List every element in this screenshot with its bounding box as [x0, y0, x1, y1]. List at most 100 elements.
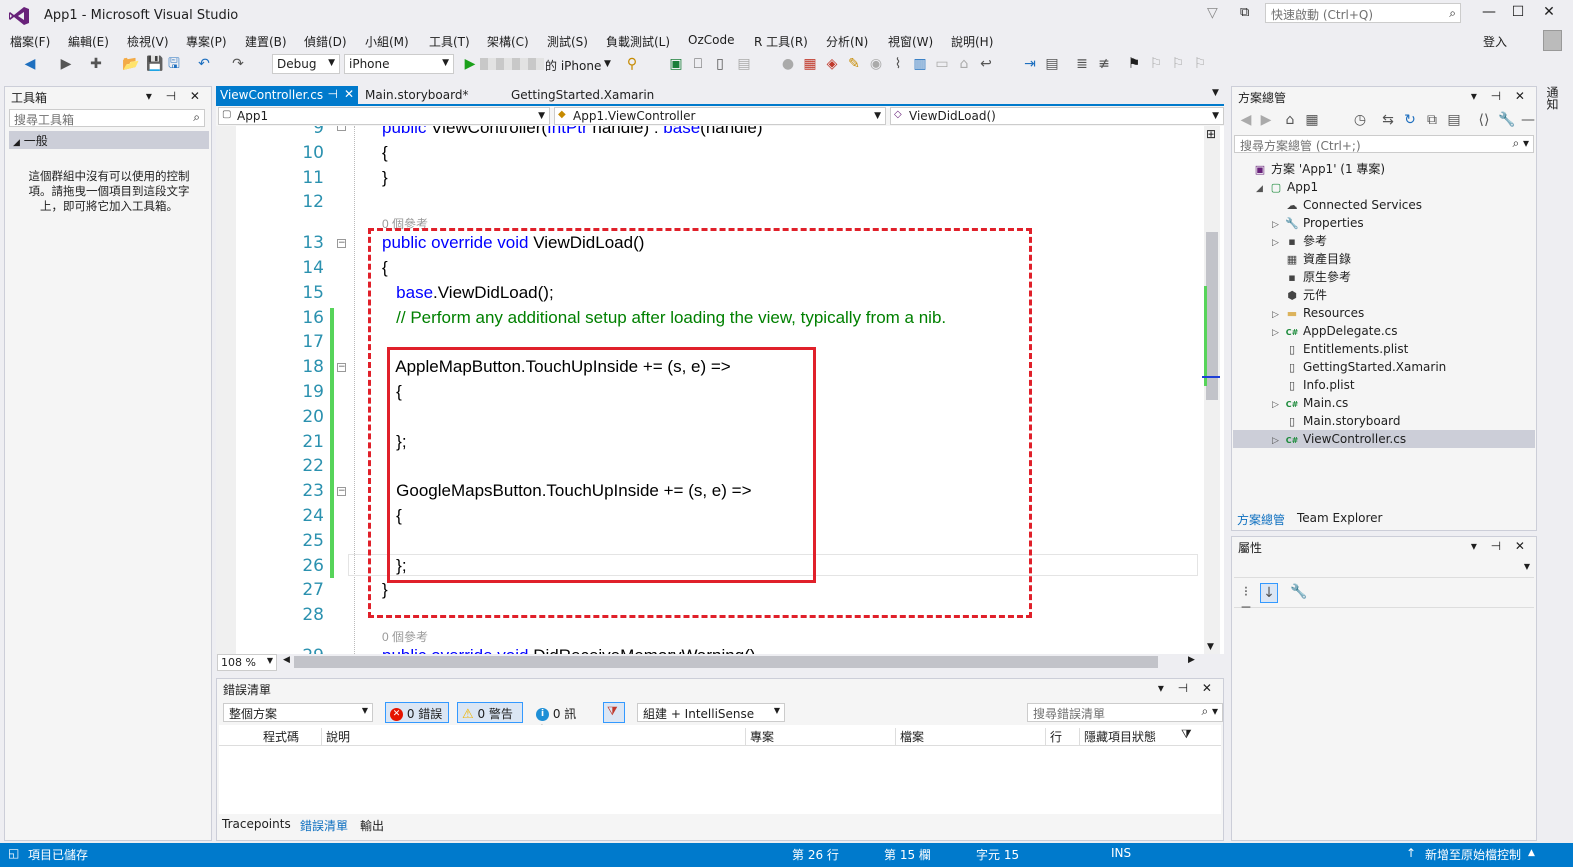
new-project-icon[interactable]: ✚ [88, 55, 104, 73]
error-search-input[interactable]: 搜尋錯誤清單 ⌕ ▾ [1027, 703, 1223, 722]
menu-r-tools[interactable]: R 工具(R) [754, 33, 808, 50]
member-navigation-select[interactable]: ◇ ViewDidLoad() ▼ [890, 107, 1224, 125]
tree-item[interactable]: ▯ Info.plist [1272, 376, 1355, 394]
ipad-icon[interactable]: ▯ [712, 55, 728, 73]
scroll-down-icon[interactable]: ▼ [1207, 642, 1214, 652]
properties-wrench-icon[interactable]: 🔧 [1498, 111, 1515, 129]
categorized-icon[interactable]: ⁝≡ [1238, 583, 1254, 618]
toolbox-group-general[interactable]: ◢ 一般 [9, 131, 209, 149]
clear-bookmarks-icon[interactable]: ⚐ [1192, 55, 1208, 73]
zoom-select[interactable]: 108 % ▼ [217, 654, 277, 671]
menu-team[interactable]: 小組(M) [365, 33, 409, 50]
menu-window[interactable]: 視窗(W) [888, 33, 933, 50]
column-filter-icon[interactable]: ⧩ [1181, 727, 1192, 742]
pin-icon[interactable]: ⊣ [328, 87, 338, 101]
column-file[interactable]: 檔案 [895, 728, 924, 745]
menu-load-test[interactable]: 負載測試(L) [606, 33, 670, 50]
start-debug-icon[interactable]: ▶ [462, 55, 478, 73]
code-line[interactable]: { [382, 143, 388, 163]
sync-icon[interactable]: ⇆ [1380, 111, 1396, 129]
tree-item[interactable]: ▷ C# Main.cs [1272, 394, 1348, 412]
close-tab-icon[interactable]: ✕ [344, 87, 354, 101]
layout-icon[interactable]: ▥ [912, 55, 928, 73]
save-all-icon[interactable]: 🖫 [166, 55, 182, 73]
find-icon[interactable]: ⚲ [624, 55, 640, 73]
tree-item[interactable]: ▯ Entitlements.plist [1272, 340, 1408, 358]
tree-item[interactable]: ◢ ▢ App1 [1256, 178, 1318, 196]
back-icon[interactable]: ◀ [1238, 111, 1254, 129]
close-window-button[interactable]: ✕ [1539, 4, 1559, 20]
menu-view[interactable]: 檢視(V) [127, 33, 169, 50]
column-suppression-state[interactable]: 隱藏項目狀態 [1079, 728, 1156, 745]
tree-item[interactable]: ⬢ 元件 [1272, 286, 1327, 304]
home-icon[interactable]: ⌂ [1282, 111, 1298, 129]
column-code[interactable]: 程式碼 [259, 728, 299, 745]
magic-wand-icon[interactable]: ✎ [846, 55, 862, 73]
property-pages-wrench-icon[interactable]: 🔧 [1290, 583, 1307, 601]
tree-item[interactable]: ▷ 🔧 Properties [1272, 214, 1364, 232]
notification-filter-icon[interactable]: ▽ [1207, 5, 1218, 21]
panel-controls[interactable]: ▾ ⊣ ✕ [1471, 89, 1530, 103]
next-bookmark-icon[interactable]: ⚐ [1170, 55, 1186, 73]
step-icon[interactable]: ↩ [978, 55, 994, 73]
panel-controls[interactable]: ▾ ⊣ ✕ [146, 89, 205, 103]
open-file-icon[interactable]: 📂 [122, 55, 139, 73]
panel-controls[interactable]: ▾ ⊣ ✕ [1471, 539, 1530, 553]
target-device-label[interactable]: 的 iPhone [545, 57, 601, 74]
undo-icon[interactable]: ↶ [196, 55, 212, 73]
editor-horizontal-scrollbar[interactable] [290, 656, 1190, 668]
properties-object-select[interactable]: ▼ [1234, 559, 1534, 578]
xamarin-icon[interactable]: ◈ [824, 55, 840, 73]
tab-error-list[interactable]: 錯誤清單 [300, 817, 348, 834]
menu-architecture[interactable]: 架構(C) [487, 33, 529, 50]
code-line[interactable]: } [382, 168, 388, 188]
tree-item[interactable]: ▷ ▪ 參考 [1272, 232, 1327, 250]
login-link[interactable]: 登入 [1483, 33, 1507, 50]
menu-tools[interactable]: 工具(T) [429, 33, 470, 50]
split-window-icon[interactable]: ⊞ [1206, 127, 1216, 141]
solution-config-select[interactable]: Debug ▼ [272, 54, 340, 74]
menu-debug[interactable]: 偵錯(D) [304, 33, 347, 50]
camera-icon[interactable]: ◉ [868, 55, 884, 73]
breakpoint-icon[interactable]: ● [780, 55, 796, 73]
forward-icon[interactable]: ▶ [1258, 111, 1274, 129]
tree-item[interactable]: ▷ ▬ Resources [1272, 304, 1364, 322]
errors-toggle-button[interactable]: ✕ 0 錯誤 [385, 702, 449, 723]
solution-platform-select[interactable]: iPhone ▼ [344, 54, 454, 74]
fold-toggle[interactable]: − [337, 126, 346, 131]
scroll-right-icon[interactable]: ▶ [1188, 655, 1195, 665]
tab-output[interactable]: 輸出 [360, 817, 384, 834]
indent-icon[interactable]: ▤ [1044, 55, 1060, 73]
tree-item[interactable]: ▦ 資產目錄 [1272, 250, 1351, 268]
menu-help[interactable]: 說明(H) [951, 33, 993, 50]
prev-bookmark-icon[interactable]: ⚐ [1148, 55, 1164, 73]
tab-team-explorer[interactable]: Team Explorer [1297, 511, 1383, 525]
menu-project[interactable]: 專案(P) [186, 33, 227, 50]
column-description[interactable]: 說明 [321, 728, 350, 745]
comment-lines-icon[interactable]: ≣ [1074, 55, 1090, 73]
more-icon[interactable]: — [1520, 111, 1536, 129]
navigate-back-icon[interactable]: ◀ [22, 55, 38, 73]
simulator-icon[interactable]: ⎕ [690, 55, 706, 73]
scroll-thumb[interactable] [294, 656, 1158, 668]
tab-solution-explorer[interactable]: 方案總管 [1237, 511, 1285, 528]
uncomment-lines-icon[interactable]: ≢ [1096, 55, 1112, 73]
add-to-source-control-button[interactable]: 新增至原始檔控制 [1425, 846, 1521, 863]
alphabetical-icon[interactable]: ↓ [1260, 583, 1278, 603]
scroll-thumb[interactable] [1206, 232, 1218, 400]
minimize-button[interactable]: — [1479, 4, 1499, 20]
scroll-left-icon[interactable]: ◀ [283, 655, 290, 665]
tree-item[interactable]: ▪ 原生參考 [1272, 268, 1351, 286]
editor-vertical-scrollbar[interactable]: ▼ [1202, 126, 1220, 654]
refresh-icon[interactable]: ↻ [1402, 111, 1418, 129]
tree-item[interactable]: ☁ Connected Services [1272, 196, 1423, 214]
tree-item[interactable]: ▯ Main.storyboard [1272, 412, 1400, 430]
tab-main-storyboard[interactable]: Main.storyboard* [361, 86, 472, 105]
fold-toggle[interactable]: − [337, 363, 346, 372]
attach-icon[interactable]: ⌇ [890, 55, 906, 73]
code-line[interactable]: public ViewController(IntPtr handle) : b… [382, 126, 763, 138]
warnings-toggle-button[interactable]: ⚠ 0 警告 [457, 702, 523, 723]
chevron-up-icon[interactable]: ▲ [1528, 848, 1535, 858]
maximize-button[interactable]: ☐ [1508, 4, 1528, 20]
build-intellisense-select[interactable]: 組建 + IntelliSense ▼ [637, 703, 785, 722]
